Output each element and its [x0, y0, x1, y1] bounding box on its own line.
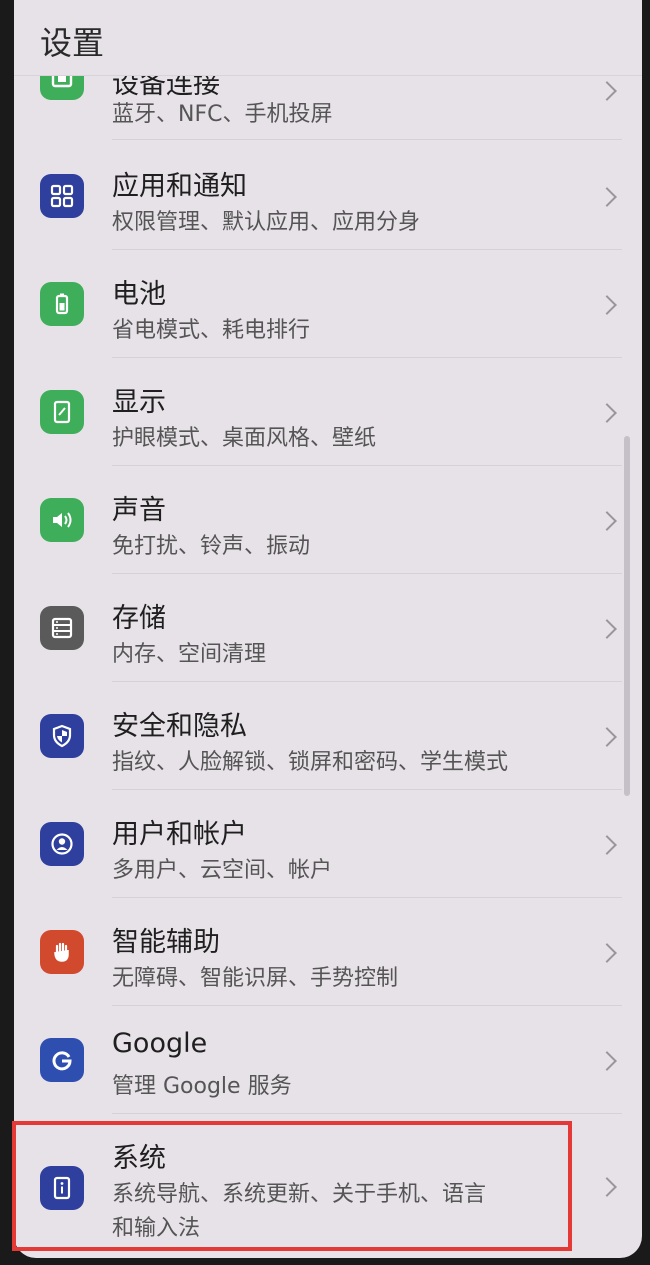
settings-item-assist[interactable]: 智能辅助 无障碍、智能识屏、手势控制: [14, 898, 642, 1006]
apps-icon: [40, 174, 84, 218]
settings-item-security[interactable]: 安全和隐私 指纹、人脸解锁、锁屏和密码、学生模式: [14, 682, 642, 790]
chevron-right-icon: [597, 403, 617, 423]
chevron-right-icon: [597, 943, 617, 963]
item-subtitle: 蓝牙、NFC、手机投屏: [112, 102, 333, 127]
item-title: 安全和隐私: [112, 711, 247, 742]
scrollbar[interactable]: [624, 436, 630, 796]
page-title: 设置: [40, 24, 105, 62]
settings-item-display[interactable]: 显示 护眼模式、桌面风格、壁纸: [14, 358, 642, 466]
storage-icon: [40, 606, 84, 650]
item-title: 用户和帐户: [112, 819, 247, 850]
app-header: 设置: [14, 0, 642, 76]
item-title: 智能辅助: [112, 927, 220, 958]
item-title: 存储: [112, 603, 166, 634]
settings-item-battery[interactable]: 电池 省电模式、耗电排行: [14, 250, 642, 358]
chevron-right-icon: [597, 619, 617, 639]
chevron-right-icon: [597, 187, 617, 207]
item-title: 显示: [112, 387, 166, 418]
chevron-right-icon: [597, 835, 617, 855]
item-title: 声音: [112, 495, 166, 526]
settings-screen: 设备连接 蓝牙、NFC、手机投屏 应用和通知 权限管理、默认应用、应用分身 电池…: [14, 0, 642, 1258]
chevron-right-icon: [597, 727, 617, 747]
display-icon: [40, 390, 84, 434]
settings-item-storage[interactable]: 存储 内存、空间清理: [14, 574, 642, 682]
settings-item-google[interactable]: Google 管理 Google 服务: [14, 1006, 642, 1114]
settings-item-apps[interactable]: 应用和通知 权限管理、默认应用、应用分身: [14, 142, 642, 250]
user-icon: [40, 822, 84, 866]
item-subtitle: 指纹、人脸解锁、锁屏和密码、学生模式: [112, 750, 509, 775]
item-subtitle: 多用户、云空间、帐户: [112, 858, 333, 883]
chevron-right-icon: [597, 295, 617, 315]
settings-item-users[interactable]: 用户和帐户 多用户、云空间、帐户: [14, 790, 642, 898]
item-title: 应用和通知: [112, 171, 247, 202]
item-subtitle: 护眼模式、桌面风格、壁纸: [112, 426, 377, 451]
divider: [112, 139, 622, 140]
google-icon: [40, 1038, 84, 1082]
item-subtitle: 省电模式、耗电排行: [112, 318, 311, 343]
hand-icon: [40, 930, 84, 974]
item-subtitle: 无障碍、智能识屏、手势控制: [112, 966, 399, 991]
shield-icon: [40, 714, 84, 758]
item-title: 电池: [112, 279, 166, 310]
item-subtitle: 免打扰、铃声、振动: [112, 534, 311, 559]
sound-icon: [40, 498, 84, 542]
battery-icon: [40, 282, 84, 326]
chevron-right-icon: [597, 1177, 617, 1197]
item-subtitle: 管理 Google 服务: [112, 1074, 292, 1099]
highlight-box: [12, 1121, 572, 1251]
chevron-right-icon: [597, 511, 617, 531]
item-subtitle: 内存、空间清理: [112, 642, 267, 667]
chevron-right-icon: [597, 1051, 617, 1071]
chevron-right-icon: [597, 81, 617, 101]
item-subtitle: 权限管理、默认应用、应用分身: [112, 210, 421, 235]
settings-item-sound[interactable]: 声音 免打扰、铃声、振动: [14, 466, 642, 574]
item-title: Google: [112, 1028, 208, 1059]
